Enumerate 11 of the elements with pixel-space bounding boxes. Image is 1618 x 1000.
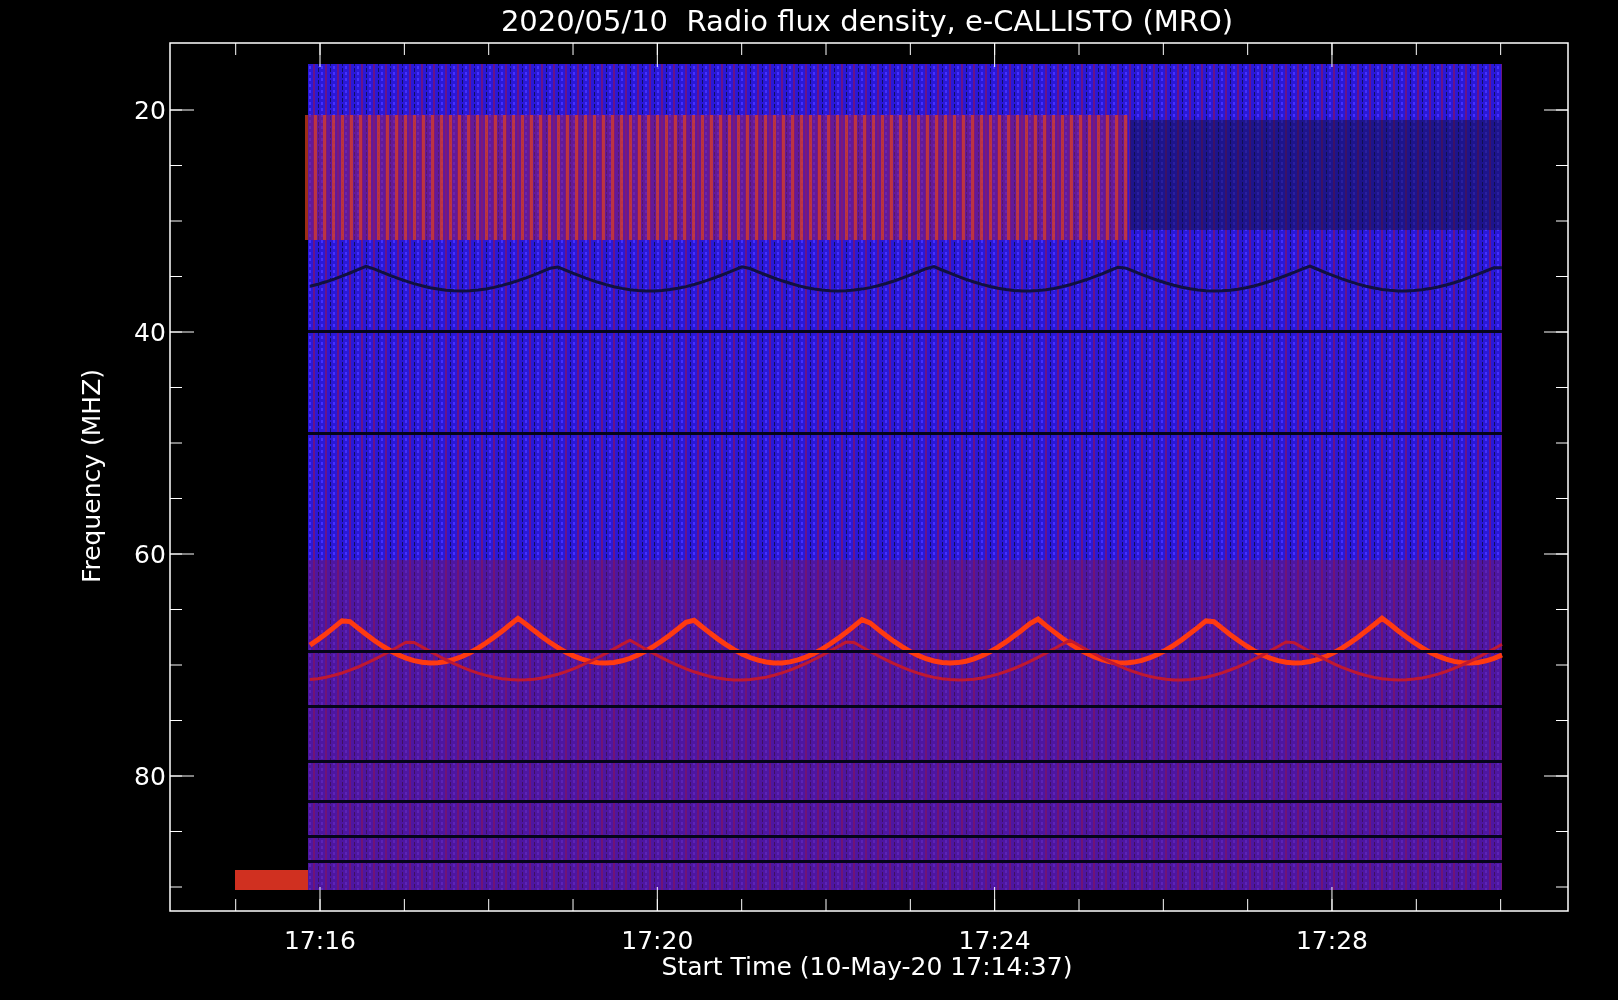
axis-tick-label: 80 — [134, 762, 166, 791]
axis-tick-label: 60 — [134, 540, 166, 569]
y-axis-label: Frequency (MHZ) — [77, 368, 106, 584]
axis-tick-label: 20 — [134, 96, 166, 125]
axis-tick-label: 17:24 — [958, 926, 1031, 955]
chart-title: 2020/05/10 Radio flux density, e-CALLISTO (MRO) — [500, 4, 1234, 38]
axis-tick-label: 17:16 — [284, 926, 356, 955]
x-axis-label: Start Time (10-May-20 17:14:37) — [661, 952, 1073, 981]
axis-tick-label: 40 — [134, 318, 166, 347]
axis-tick-label: 17:28 — [1295, 926, 1368, 955]
axis-tick-label: 17:20 — [621, 926, 694, 955]
